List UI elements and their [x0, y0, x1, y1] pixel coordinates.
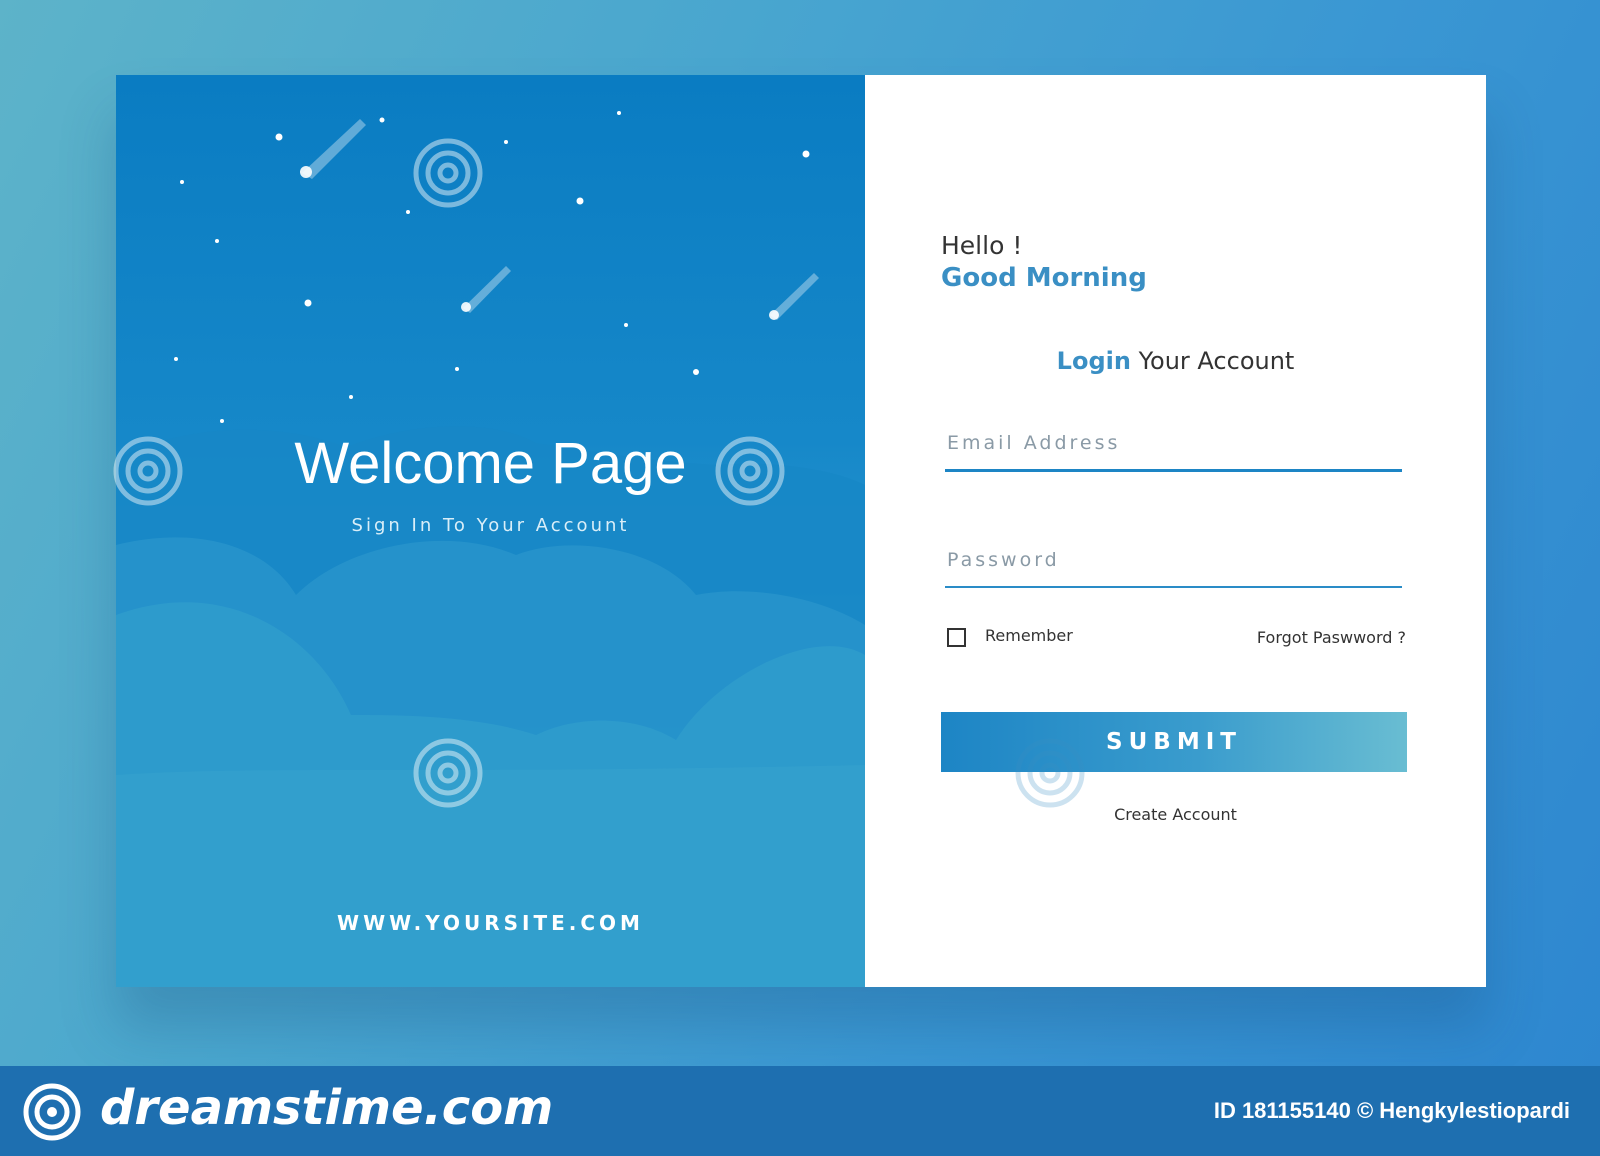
welcome-title: Welcome Page	[294, 431, 687, 496]
greeting-strong-text: Good Morning	[941, 263, 1147, 293]
email-field-group	[945, 425, 1404, 472]
login-heading-accent: Login	[1056, 347, 1131, 375]
password-field[interactable]	[945, 542, 1404, 578]
remember-label: Remember	[985, 626, 1073, 645]
email-field[interactable]	[945, 425, 1404, 461]
remember-checkbox[interactable]	[947, 628, 966, 647]
forgot-password-link[interactable]: Forgot Paswword ?	[1257, 628, 1406, 647]
login-heading: Login Your Account	[865, 347, 1486, 375]
submit-button[interactable]: SUBMIT	[941, 712, 1407, 772]
site-url: WWW.YOURSITE.COM	[337, 911, 644, 935]
watermark-footer: dreamstime.com ID 181155140 © Hengkylest…	[0, 1066, 1600, 1156]
watermark-image-id: ID 181155140 © Hengkylestiopardi	[1213, 1098, 1570, 1123]
welcome-panel: Welcome Page Sign In To Your Account WWW…	[116, 75, 865, 987]
greeting-text: Hello !	[941, 231, 1023, 260]
watermark-brand: dreamstime.com	[100, 1080, 554, 1136]
login-form-panel: Hello ! Good Morning Login Your Account …	[865, 75, 1486, 987]
email-underline	[945, 469, 1402, 472]
create-account-link[interactable]: Create Account	[865, 805, 1486, 824]
password-field-group	[945, 542, 1404, 588]
login-card: Welcome Page Sign In To Your Account WWW…	[116, 75, 1486, 987]
password-underline	[945, 586, 1402, 588]
welcome-subtitle: Sign In To Your Account	[351, 515, 630, 536]
login-heading-rest: Your Account	[1130, 347, 1295, 375]
dreamstime-logo-icon	[23, 1083, 81, 1141]
